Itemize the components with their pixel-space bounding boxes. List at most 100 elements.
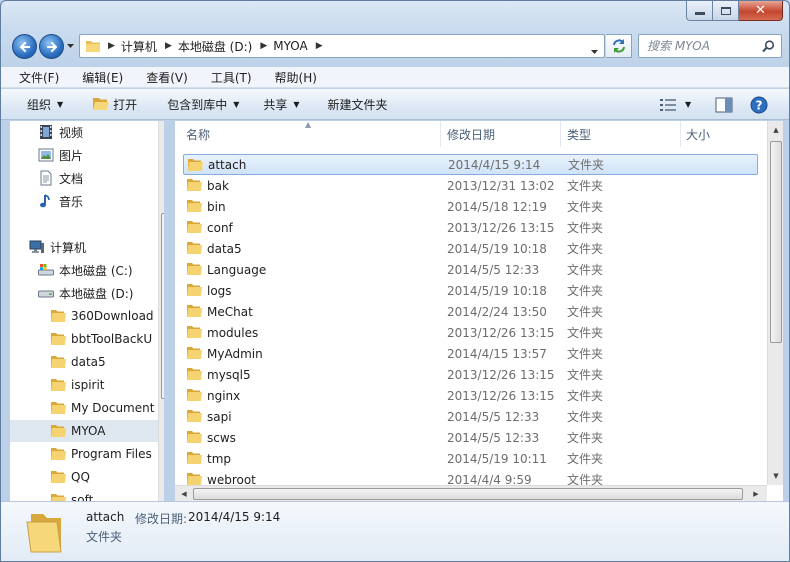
file-row[interactable]: Language 2014/5/5 12:33 文件夹	[183, 259, 758, 280]
breadcrumb-separator-icon[interactable]: ▶	[165, 41, 172, 51]
column-divider[interactable]	[680, 121, 681, 147]
scroll-right-icon[interactable]: ▶	[751, 489, 761, 499]
change-view-button[interactable]: ▼	[659, 89, 691, 120]
new-folder-button[interactable]: 新建文件夹	[310, 89, 398, 120]
file-row[interactable]: mysql5 2013/12/26 13:15 文件夹	[183, 364, 758, 385]
breadcrumb-separator-icon[interactable]: ▶	[108, 41, 115, 51]
file-row[interactable]: logs 2014/5/19 10:18 文件夹	[183, 280, 758, 301]
folder-large-icon	[26, 514, 62, 553]
folder-icon	[187, 326, 202, 338]
menu-tools[interactable]: 工具(T)	[193, 69, 257, 86]
maximize-button[interactable]	[713, 1, 739, 21]
preview-pane-button[interactable]	[715, 89, 733, 120]
search-icon[interactable]	[762, 40, 775, 53]
nav-label: 文档	[59, 171, 84, 186]
nav-item-videos[interactable]: 视频	[38, 121, 83, 143]
menu-help[interactable]: 帮助(H)	[257, 69, 322, 86]
file-row[interactable]: conf 2013/12/26 13:15 文件夹	[183, 217, 758, 238]
nav-folder-myoa[interactable]: MYOA	[10, 420, 158, 442]
scroll-up-icon[interactable]: ▲	[771, 125, 781, 135]
explorer-window: ✕ ▶ 计算机 ▶ 本地磁盘 (D:) ▶ MYOA ▶ 搜索 MYOA 文件(…	[0, 0, 790, 562]
chevron-down-icon: ▼	[293, 99, 300, 109]
scroll-up-icon[interactable]: ▲	[162, 125, 164, 135]
address-bar[interactable]: ▶ 计算机 ▶ 本地磁盘 (D:) ▶ MYOA ▶	[79, 34, 605, 58]
maximize-icon	[720, 6, 731, 15]
file-row[interactable]: data5 2014/5/19 10:18 文件夹	[183, 238, 758, 259]
forward-button[interactable]	[39, 34, 64, 59]
minimize-button[interactable]	[686, 1, 713, 21]
scroll-left-icon[interactable]: ◀	[179, 489, 189, 499]
breadcrumb-myoa[interactable]: MYOA	[273, 39, 307, 53]
nav-scroll-thumb[interactable]	[161, 213, 164, 399]
scroll-down-icon[interactable]: ▼	[771, 471, 781, 481]
file-row[interactable]: nginx 2013/12/26 13:15 文件夹	[183, 385, 758, 406]
breadcrumb-separator-icon[interactable]: ▶	[316, 41, 323, 51]
column-divider[interactable]	[440, 121, 441, 147]
file-row[interactable]: sapi 2014/5/5 12:33 文件夹	[183, 406, 758, 427]
nav-folder-ispirit[interactable]: ispirit	[50, 374, 105, 396]
nav-label: data5	[71, 355, 106, 369]
column-divider[interactable]	[560, 121, 561, 147]
nav-item-drive-c[interactable]: 本地磁盘 (C:)	[38, 259, 133, 281]
column-header-name[interactable]: 名称	[186, 121, 210, 147]
file-type: 文件夹	[567, 347, 604, 361]
menu-view[interactable]: 查看(V)	[128, 69, 193, 86]
address-history-dropdown[interactable]	[591, 43, 598, 57]
back-button[interactable]	[12, 34, 37, 59]
file-list-horizontal-scrollbar[interactable]: ◀ ▶	[175, 485, 767, 501]
nav-folder-my-documents[interactable]: My Document	[50, 397, 154, 419]
nav-label: 图片	[59, 148, 84, 163]
arrow-right-icon	[46, 41, 57, 52]
details-file-type: 文件夹	[86, 530, 123, 544]
column-header-date[interactable]: 修改日期	[447, 121, 495, 147]
include-in-library-button[interactable]: 包含到库中 ▼	[147, 89, 249, 120]
breadcrumb-computer[interactable]: 计算机	[121, 38, 157, 55]
vertical-scroll-thumb[interactable]	[770, 141, 782, 343]
nav-item-pictures[interactable]: 图片	[38, 144, 83, 166]
column-header-size[interactable]: 大小	[686, 121, 710, 147]
nav-item-music[interactable]: 音乐	[38, 190, 83, 212]
nav-folder-program-files[interactable]: Program Files	[50, 443, 152, 465]
nav-label: MYOA	[71, 424, 106, 438]
close-icon: ✕	[755, 3, 766, 18]
file-row[interactable]: modules 2013/12/26 13:15 文件夹	[183, 322, 758, 343]
file-list-vertical-scrollbar[interactable]: ▲ ▼	[767, 121, 783, 485]
search-input[interactable]	[647, 39, 763, 53]
open-button[interactable]: 打开	[73, 89, 147, 120]
breadcrumb-drive-d[interactable]: 本地磁盘 (D:)	[178, 38, 252, 55]
scroll-down-icon[interactable]: ▼	[162, 487, 164, 497]
file-row[interactable]: bin 2014/5/18 12:19 文件夹	[183, 196, 758, 217]
refresh-button[interactable]	[606, 34, 632, 58]
nav-item-documents[interactable]: 文档	[38, 167, 83, 189]
menu-file[interactable]: 文件(F)	[1, 69, 64, 86]
file-row[interactable]: scws 2014/5/5 12:33 文件夹	[183, 427, 758, 448]
breadcrumb-separator-icon[interactable]: ▶	[260, 41, 267, 51]
nav-folder-data5[interactable]: data5	[50, 351, 106, 373]
file-modified-date: 2014/4/15 9:14	[448, 157, 541, 172]
nav-item-computer[interactable]: 计算机	[29, 236, 86, 258]
share-button[interactable]: 共享 ▼	[249, 89, 309, 120]
search-box[interactable]	[638, 34, 782, 58]
close-button[interactable]: ✕	[739, 1, 783, 21]
recent-pages-dropdown[interactable]	[65, 41, 75, 51]
organize-button[interactable]: 组织 ▼	[1, 89, 73, 120]
file-row[interactable]: attach 2014/4/15 9:14 文件夹	[183, 154, 758, 175]
nav-folder-qq[interactable]: QQ	[50, 466, 90, 488]
horizontal-scroll-thumb[interactable]	[193, 488, 743, 500]
nav-folder-soft[interactable]: soft	[50, 489, 93, 501]
menu-edit[interactable]: 编辑(E)	[64, 69, 128, 86]
nav-item-drive-d[interactable]: 本地磁盘 (D:)	[38, 282, 133, 304]
file-row[interactable]: bak 2013/12/31 13:02 文件夹	[183, 175, 758, 196]
organize-label: 组织	[27, 97, 52, 112]
help-button[interactable]: ?	[750, 89, 768, 120]
nav-pane-scrollbar[interactable]: ▲ ▼	[158, 121, 164, 501]
nav-folder-bbttoolback[interactable]: bbtToolBackU	[50, 328, 152, 350]
file-name: modules	[207, 325, 259, 340]
file-row[interactable]: MeChat 2014/2/24 13:50 文件夹	[183, 301, 758, 322]
file-row[interactable]: tmp 2014/5/19 10:11 文件夹	[183, 448, 758, 469]
nav-folder-360download[interactable]: 360Download	[50, 305, 154, 327]
file-row[interactable]: MyAdmin 2014/4/15 13:57 文件夹	[183, 343, 758, 364]
file-modified-date: 2013/12/26 13:15	[447, 325, 555, 340]
column-header-type[interactable]: 类型	[567, 121, 591, 147]
chevron-down-icon	[66, 44, 74, 48]
